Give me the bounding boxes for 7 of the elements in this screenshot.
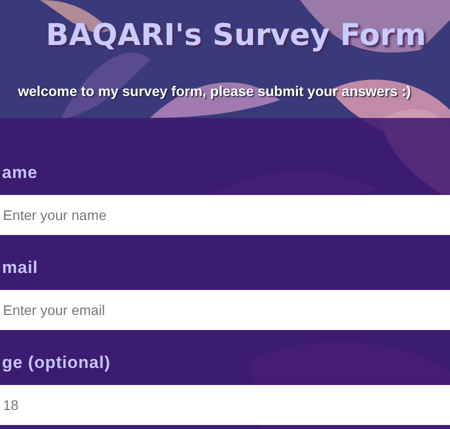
input-field[interactable]: Enter your name — [0, 195, 450, 235]
input-field[interactable]: Enter your email — [0, 290, 450, 330]
field-label: ame — [2, 163, 38, 183]
input-field[interactable]: 18 — [0, 385, 450, 425]
form-title: BAQARI's Survey Form — [46, 17, 426, 55]
field-label: ge (optional) — [2, 353, 110, 373]
field-label: mail — [2, 258, 38, 278]
